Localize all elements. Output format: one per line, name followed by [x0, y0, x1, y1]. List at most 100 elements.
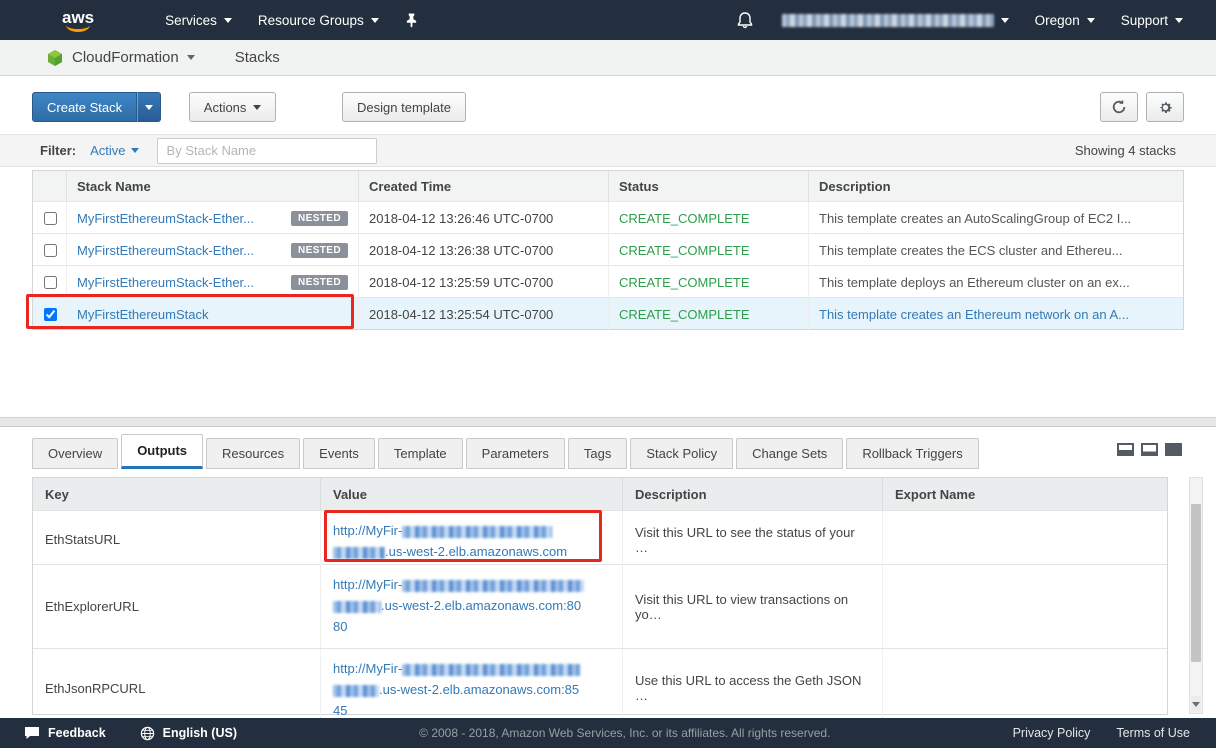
output-export-cell: [883, 565, 1167, 648]
stack-row-checkbox[interactable]: [44, 244, 57, 257]
notifications-button[interactable]: [721, 12, 769, 29]
tab-overview[interactable]: Overview: [32, 438, 118, 469]
feedback-bubble-icon: [24, 726, 40, 740]
stack-name-search-input[interactable]: [157, 138, 377, 164]
settings-button[interactable]: [1146, 92, 1184, 122]
created-time-cell: 2018-04-12 13:25:59 UTC-0700: [359, 266, 609, 298]
tab-parameters[interactable]: Parameters: [466, 438, 565, 469]
output-export-cell: [883, 511, 1167, 568]
stacks-toolbar: Create Stack Actions Design template: [32, 92, 1184, 122]
tab-resources[interactable]: Resources: [206, 438, 300, 469]
header-export-name: Export Name: [883, 478, 1167, 510]
chevron-down-icon: [187, 55, 195, 60]
redacted-url-part: [333, 685, 379, 697]
status-cell: CREATE_COMPLETE: [609, 298, 809, 330]
scrollbar-down-arrow[interactable]: [1191, 696, 1201, 712]
status-cell: CREATE_COMPLETE: [609, 234, 809, 266]
tab-change-sets[interactable]: Change Sets: [736, 438, 843, 469]
refresh-button[interactable]: [1100, 92, 1138, 122]
region-label: Oregon: [1035, 13, 1080, 28]
header-description: Description: [809, 171, 1183, 201]
table-row[interactable]: MyFirstEthereumStack-Ether... NESTED 201…: [33, 265, 1183, 297]
table-row-selected[interactable]: MyFirstEthereumStack 2018-04-12 13:25:54…: [33, 297, 1183, 329]
header-created-time: Created Time: [359, 171, 609, 201]
ethstats-url-link[interactable]: http://MyFir- .us-west-2.elb.amazonaws.c…: [333, 520, 610, 562]
filter-active-dropdown[interactable]: Active: [90, 143, 138, 158]
outputs-scrollbar[interactable]: [1189, 477, 1203, 714]
top-navigation-bar: aws Services Resource Groups Oregon Supp…: [0, 0, 1216, 40]
resource-groups-menu[interactable]: Resource Groups: [245, 0, 392, 40]
filter-bar: Filter: Active Showing 4 stacks: [0, 134, 1216, 167]
panel-bottom-layout-icon[interactable]: [1117, 443, 1134, 456]
gear-icon: [1158, 100, 1173, 115]
pinned-shortcut[interactable]: [392, 0, 431, 40]
showing-stacks-count: Showing 4 stacks: [1075, 143, 1176, 158]
status-cell: CREATE_COMPLETE: [609, 202, 809, 234]
cloudformation-icon: [46, 49, 64, 67]
created-time-cell: 2018-04-12 13:26:46 UTC-0700: [359, 202, 609, 234]
language-selector[interactable]: English (US): [140, 726, 237, 741]
table-row[interactable]: MyFirstEthereumStack-Ether... NESTED 201…: [33, 201, 1183, 233]
scrollbar-thumb[interactable]: [1191, 504, 1201, 662]
output-description-cell: Use this URL to access the Geth JSON …: [623, 649, 883, 727]
tab-template[interactable]: Template: [378, 438, 463, 469]
stack-name-link[interactable]: MyFirstEthereumStack-Ether...: [77, 211, 254, 226]
redacted-account-name: [782, 14, 994, 27]
account-menu[interactable]: [769, 0, 1022, 40]
support-menu[interactable]: Support: [1108, 0, 1196, 40]
description-cell: This template creates an AutoScalingGrou…: [809, 202, 1183, 234]
tab-outputs[interactable]: Outputs: [121, 434, 203, 469]
tab-events[interactable]: Events: [303, 438, 375, 469]
output-export-cell: [883, 649, 1167, 727]
stacks-table: Stack Name Created Time Status Descripti…: [32, 170, 1184, 330]
redacted-url-part: [402, 526, 552, 538]
stack-row-checkbox[interactable]: [44, 212, 57, 225]
ethjsonrpc-url-link[interactable]: http://MyFir- .us-west-2.elb.amazonaws.c…: [333, 658, 610, 721]
region-menu[interactable]: Oregon: [1022, 0, 1108, 40]
output-description-cell: Visit this URL to view transactions on y…: [623, 565, 883, 648]
stack-row-checkbox[interactable]: [44, 308, 57, 321]
stack-name-link[interactable]: MyFirstEthereumStack-Ether...: [77, 243, 254, 258]
output-row: EthJsonRPCURL http://MyFir- .us-west-2.e…: [33, 648, 1167, 714]
stack-name-link[interactable]: MyFirstEthereumStack-Ether...: [77, 275, 254, 290]
create-stack-split-button: Create Stack: [32, 92, 161, 122]
created-time-cell: 2018-04-12 13:25:54 UTC-0700: [359, 298, 609, 330]
chevron-down-icon: [1087, 18, 1095, 23]
redacted-url-part: [402, 580, 584, 592]
stack-name-link[interactable]: MyFirstEthereumStack: [77, 307, 208, 322]
ethexplorer-url-link[interactable]: http://MyFir- .us-west-2.elb.amazonaws.c…: [333, 574, 610, 637]
stack-row-checkbox[interactable]: [44, 276, 57, 289]
terms-of-use-link[interactable]: Terms of Use: [1116, 726, 1190, 740]
redacted-url-part: [333, 547, 385, 559]
panel-maximize-icon[interactable]: [1165, 443, 1182, 456]
header-checkbox-column: [33, 171, 67, 201]
panel-resize-splitter[interactable]: [0, 417, 1216, 427]
feedback-button[interactable]: Feedback: [24, 726, 106, 740]
output-row: EthExplorerURL http://MyFir- .us-west-2.…: [33, 564, 1167, 648]
privacy-policy-link[interactable]: Privacy Policy: [1013, 726, 1091, 740]
tab-stack-policy[interactable]: Stack Policy: [630, 438, 733, 469]
cloudformation-service-menu[interactable]: CloudFormation: [46, 49, 195, 67]
status-cell: CREATE_COMPLETE: [609, 266, 809, 298]
panel-split-layout-icon[interactable]: [1141, 443, 1158, 456]
filter-active-label: Active: [90, 143, 125, 158]
design-template-button[interactable]: Design template: [342, 92, 466, 122]
cloudformation-label: CloudFormation: [72, 49, 179, 66]
create-stack-dropdown-button[interactable]: [137, 92, 161, 122]
breadcrumb-stacks: Stacks: [235, 49, 280, 66]
tab-rollback-triggers[interactable]: Rollback Triggers: [846, 438, 978, 469]
description-cell: This template creates the ECS cluster an…: [809, 234, 1183, 266]
filter-label: Filter:: [40, 143, 76, 158]
arrow-down-icon: [1192, 702, 1200, 707]
actions-label: Actions: [204, 100, 247, 115]
nested-badge: NESTED: [291, 243, 348, 258]
chevron-down-icon: [1175, 18, 1183, 23]
aws-logo[interactable]: aws: [62, 9, 94, 32]
tab-tags[interactable]: Tags: [568, 438, 627, 469]
nested-badge: NESTED: [291, 211, 348, 226]
services-menu[interactable]: Services: [152, 0, 245, 40]
table-row[interactable]: MyFirstEthereumStack-Ether... NESTED 201…: [33, 233, 1183, 265]
chevron-down-icon: [253, 105, 261, 110]
create-stack-button[interactable]: Create Stack: [32, 92, 137, 122]
actions-button[interactable]: Actions: [189, 92, 277, 122]
